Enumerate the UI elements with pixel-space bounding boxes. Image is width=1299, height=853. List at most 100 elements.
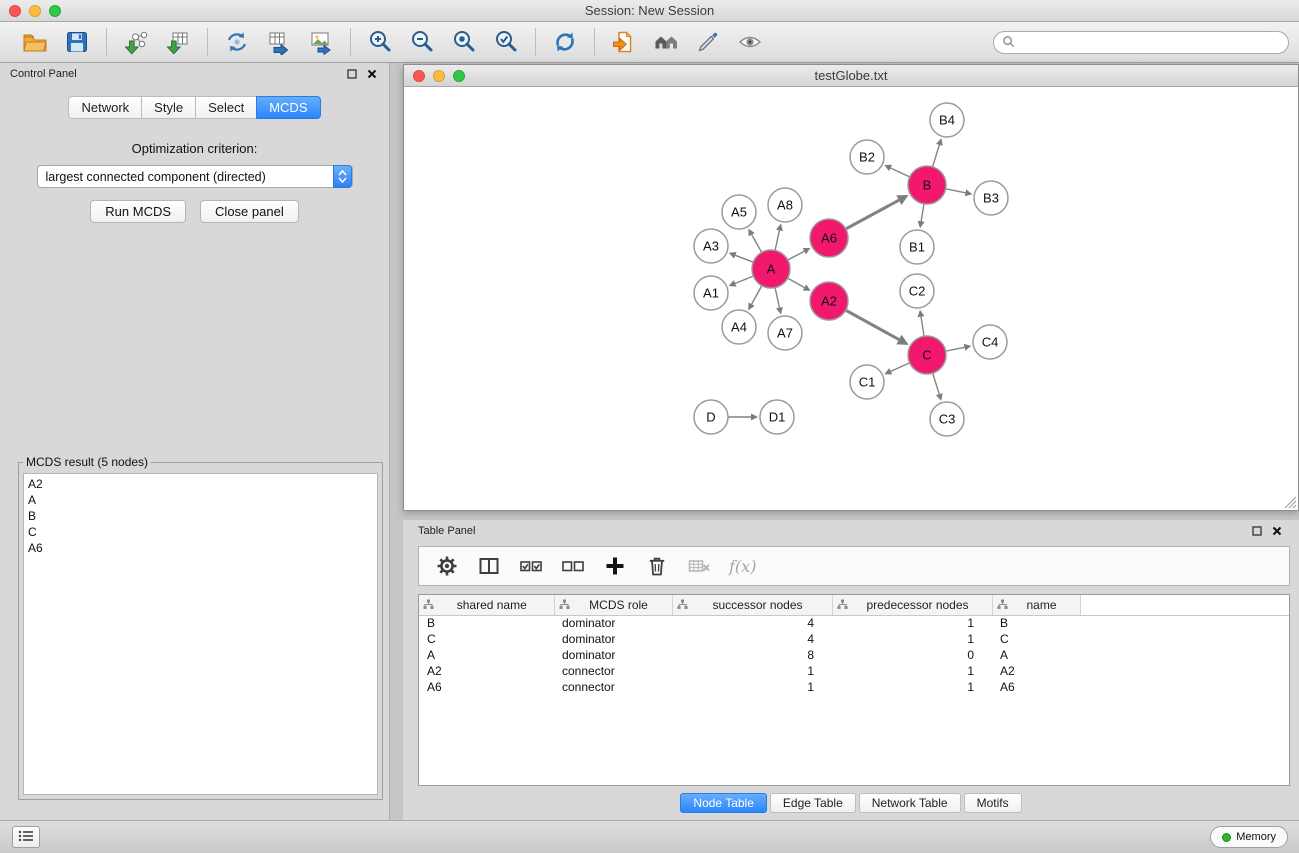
import-network-button[interactable] [121, 27, 151, 57]
tab-network-table[interactable]: Network Table [859, 793, 961, 813]
graph-node[interactable]: B1 [900, 230, 934, 264]
network-canvas-svg[interactable]: B4 B2 B B3 A5 A8A6 A3 B1 A A1 C2 A2 A4 A7 C4 C C1 C3 D D1 [404, 87, 1298, 510]
graph-node[interactable]: C1 [850, 365, 884, 399]
table-cell[interactable]: C [419, 631, 554, 647]
network-canvas[interactable]: B4 B2 B B3 A5 A8A6 A3 B1 A A1 C2 A2 A4 A7 C4 C C1 C3 D D1 [404, 87, 1298, 510]
column-header-mcds-role[interactable]: MCDS role [554, 595, 672, 615]
run-mcds-button[interactable]: Run MCDS [90, 200, 186, 223]
graph-node[interactable]: C [908, 336, 946, 374]
table-row[interactable]: A6connector11A6 [419, 679, 1289, 695]
graph-node[interactable]: D [694, 400, 728, 434]
table-cell[interactable]: B [992, 615, 1080, 631]
graph-node[interactable]: A2 [810, 282, 848, 320]
table-cell[interactable]: A2 [992, 663, 1080, 679]
table-cell[interactable]: dominator [554, 615, 672, 631]
column-header-predecessor-nodes[interactable]: predecessor nodes [832, 595, 992, 615]
graph-node[interactable]: C4 [973, 325, 1007, 359]
table-cell[interactable]: connector [554, 679, 672, 695]
graph-node[interactable]: B4 [930, 103, 964, 137]
show-hide-graphics-button[interactable] [735, 27, 765, 57]
graph-node[interactable]: A8 [768, 188, 802, 222]
table-cell[interactable]: 1 [832, 663, 992, 679]
close-panel-icon-button[interactable] [365, 67, 379, 81]
table-cell[interactable]: dominator [554, 631, 672, 647]
close-table-panel-icon-button[interactable] [1270, 524, 1284, 538]
table-cell[interactable]: 0 [832, 647, 992, 663]
tab-edge-table[interactable]: Edge Table [770, 793, 856, 813]
graph-node[interactable]: A1 [694, 276, 728, 310]
refresh-layout-button[interactable] [550, 27, 580, 57]
table-row[interactable]: Cdominator41C [419, 631, 1289, 647]
tab-node-table[interactable]: Node Table [680, 793, 767, 813]
table-settings-button[interactable] [433, 552, 461, 580]
graph-node[interactable]: A3 [694, 229, 728, 263]
table-cell[interactable]: A [419, 647, 554, 663]
float-panel-button[interactable] [345, 67, 359, 81]
table-cell[interactable]: A [992, 647, 1080, 663]
table-row[interactable]: Bdominator41B [419, 615, 1289, 631]
export-table-button[interactable] [264, 27, 294, 57]
table-cell[interactable]: connector [554, 663, 672, 679]
column-header-shared-name[interactable]: shared name [419, 595, 554, 615]
graph-node[interactable]: A5 [722, 195, 756, 229]
criterion-dropdown[interactable]: largest connected component (directed) [37, 165, 353, 188]
table-cell[interactable]: A6 [992, 679, 1080, 695]
graph-node[interactable]: B2 [850, 140, 884, 174]
mcds-result-item[interactable]: A6 [28, 540, 373, 556]
column-header-name[interactable]: name [992, 595, 1080, 615]
open-session-button[interactable] [20, 27, 50, 57]
graph-node[interactable]: A [752, 250, 790, 288]
export-network-button[interactable] [222, 27, 252, 57]
graph-node[interactable]: A6 [810, 219, 848, 257]
table-cell[interactable]: 1 [672, 679, 832, 695]
export-image-button[interactable] [306, 27, 336, 57]
resize-grip[interactable] [1284, 496, 1297, 509]
network-file-button[interactable] [609, 27, 639, 57]
graph-node[interactable]: B [908, 166, 946, 204]
mcds-result-list[interactable]: A2ABCA6 [23, 473, 378, 795]
table-row[interactable]: A2connector11A2 [419, 663, 1289, 679]
zoom-selected-button[interactable] [491, 27, 521, 57]
table-cell[interactable]: 4 [672, 615, 832, 631]
tab-select[interactable]: Select [195, 96, 257, 119]
table-cell[interactable]: 8 [672, 647, 832, 663]
graph-node[interactable]: D1 [760, 400, 794, 434]
table-cell[interactable]: B [419, 615, 554, 631]
table-cell[interactable]: A2 [419, 663, 554, 679]
deselect-all-button[interactable] [559, 552, 587, 580]
table-cell[interactable]: 1 [672, 663, 832, 679]
graph-node[interactable]: A4 [722, 310, 756, 344]
mcds-result-item[interactable]: C [28, 524, 373, 540]
table-cell[interactable]: 1 [832, 615, 992, 631]
close-panel-button[interactable]: Close panel [200, 200, 299, 223]
tab-network[interactable]: Network [68, 96, 142, 119]
search-input[interactable] [1020, 33, 1288, 52]
graph-node[interactable]: C2 [900, 274, 934, 308]
tab-mcds[interactable]: MCDS [256, 96, 320, 119]
zoom-fit-button[interactable] [449, 27, 479, 57]
add-row-button[interactable] [601, 552, 629, 580]
table-cell[interactable]: 1 [832, 631, 992, 647]
graph-node[interactable]: A7 [768, 316, 802, 350]
save-session-button[interactable] [62, 27, 92, 57]
style-brush-button[interactable] [693, 27, 723, 57]
table-cell[interactable]: dominator [554, 647, 672, 663]
column-header-successor-nodes[interactable]: successor nodes [672, 595, 832, 615]
graph-node[interactable]: C3 [930, 402, 964, 436]
table-cell[interactable]: 1 [832, 679, 992, 695]
mcds-result-item[interactable]: A2 [28, 476, 373, 492]
table-cell[interactable]: 4 [672, 631, 832, 647]
memory-button[interactable]: Memory [1210, 826, 1288, 848]
graph-node[interactable]: B3 [974, 181, 1008, 215]
mcds-result-item[interactable]: B [28, 508, 373, 524]
zoom-out-button[interactable] [407, 27, 437, 57]
function-builder-button[interactable]: f(x) [727, 552, 756, 580]
import-table-button[interactable] [163, 27, 193, 57]
tab-style[interactable]: Style [141, 96, 196, 119]
delete-table-button[interactable] [685, 552, 713, 580]
mcds-result-item[interactable]: A [28, 492, 373, 508]
zoom-in-button[interactable] [365, 27, 395, 57]
hide-panels-button[interactable] [12, 826, 40, 848]
table-cell[interactable]: C [992, 631, 1080, 647]
float-table-panel-button[interactable] [1250, 524, 1264, 538]
